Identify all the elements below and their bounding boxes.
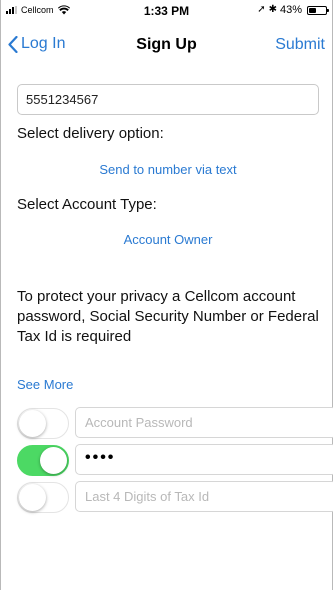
ssn-input[interactable]: •••• (75, 444, 333, 475)
battery-percent: 43% (279, 4, 302, 16)
delivery-option-label: Select delivery option: (17, 125, 164, 142)
battery-icon (307, 5, 329, 15)
tax-id-toggle[interactable] (17, 482, 69, 513)
see-more-link[interactable]: See More (17, 377, 73, 392)
toggle-knob (19, 484, 46, 511)
submit-button[interactable]: Submit (275, 36, 325, 54)
location-arrow-icon: ➚ (257, 4, 266, 15)
battery-tip (327, 8, 329, 12)
status-right: ➚ ✱ 43% (257, 4, 329, 16)
account-password-toggle[interactable] (17, 408, 69, 439)
tax-id-input[interactable]: Last 4 Digits of Tax Id (75, 481, 333, 512)
delivery-option-selector[interactable]: Send to number via text (17, 162, 319, 177)
privacy-notice: To protect your privacy a Cellcom accoun… (17, 288, 319, 345)
bluetooth-icon: ✱ (268, 4, 277, 15)
toggle-knob (19, 410, 46, 437)
battery-level (309, 7, 316, 13)
account-type-label: Select Account Type: (17, 196, 157, 213)
toggle-knob (40, 447, 67, 474)
phone-number-field[interactable]: 5551234567 (17, 84, 319, 115)
account-password-row: Account Password (17, 406, 333, 439)
tax-id-row: Last 4 Digits of Tax Id (17, 480, 333, 513)
ssn-row: •••• (17, 443, 333, 476)
ssn-toggle[interactable] (17, 445, 69, 476)
navigation-bar: Log In Sign Up Submit (0, 26, 333, 62)
status-bar: Cellcom 1:33 PM ➚ ✱ 43% (0, 0, 333, 22)
account-password-input[interactable]: Account Password (75, 407, 333, 438)
account-type-selector[interactable]: Account Owner (17, 232, 319, 247)
